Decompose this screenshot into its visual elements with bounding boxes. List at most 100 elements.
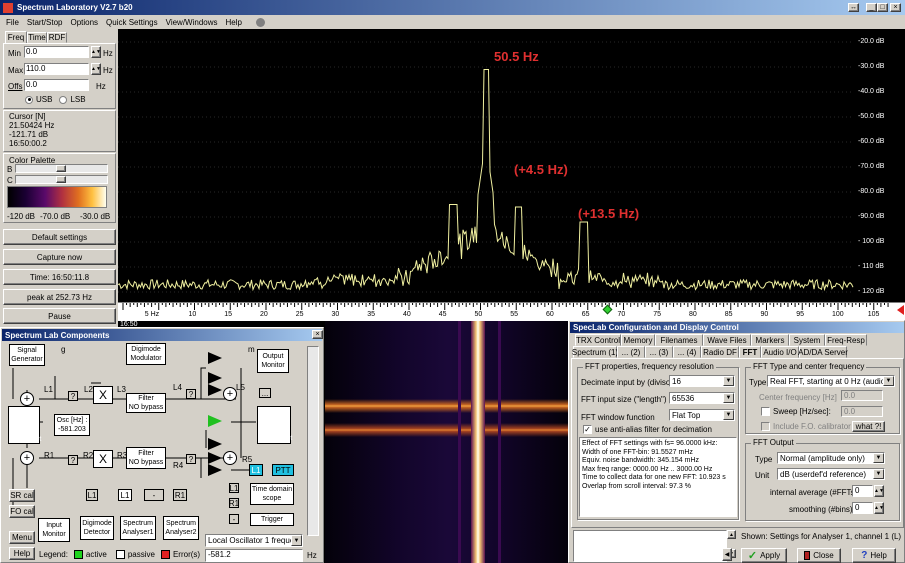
restore-icon[interactable]: ↔ [848, 3, 859, 12]
max-input[interactable]: 110.0 [24, 63, 89, 75]
filter-left-block[interactable]: Filter NO bypass [126, 393, 166, 413]
menu-file[interactable]: File [6, 18, 19, 27]
what-button[interactable]: what ?! [852, 421, 885, 432]
l1-ptt-indicator[interactable]: L1 [249, 464, 263, 476]
trigger-block[interactable]: Trigger [250, 513, 294, 526]
frequency-axis[interactable]: 5 Hz 10 15 20 25 30 35 40 45 50 55 60 65 70 75 80 85 90 95… [118, 302, 905, 321]
sr-cal-button[interactable]: SR cal [9, 489, 35, 502]
config-tab[interactable]: ... (3) [645, 346, 673, 358]
signal-generator-block[interactable]: Signal Generator [9, 344, 45, 366]
smoothing-input[interactable]: 0 [852, 502, 873, 514]
fft-size-select[interactable]: 65536 ▼ [669, 392, 735, 404]
level-scrollbar[interactable] [307, 346, 319, 536]
brightness-slider[interactable] [15, 164, 108, 173]
unit-select[interactable]: dB (userdef'd reference) ▼ [777, 468, 885, 480]
scale-end-marker-icon[interactable] [897, 305, 904, 315]
menu-start-stop[interactable]: Start/Stop [27, 18, 63, 27]
minimize-button[interactable]: _ [866, 3, 877, 12]
menu-quick-settings[interactable]: Quick Settings [106, 18, 158, 27]
menu-options[interactable]: Options [70, 18, 98, 27]
input-monitor-block[interactable]: Input Monitor [38, 518, 70, 542]
config-tab[interactable]: ... (2) [617, 346, 645, 358]
max-spinner[interactable]: ▲▼ [91, 63, 101, 75]
pause-button[interactable]: Pause [3, 308, 116, 324]
note-scroll-up-icon[interactable]: ▲ [727, 530, 736, 539]
help-button[interactable]: Help [9, 547, 35, 560]
scope-minus-label[interactable]: - [229, 514, 239, 524]
internal-average-input[interactable]: 0 [852, 485, 873, 497]
scope-l1-label[interactable]: L1 [229, 483, 239, 493]
contrast-slider[interactable] [15, 175, 108, 184]
lsb-radio[interactable] [59, 95, 68, 104]
apply-button[interactable]: ✓ Apply [741, 548, 787, 563]
close-button[interactable]: × [890, 3, 901, 12]
antialias-checkbox[interactable]: ✓ [583, 425, 592, 434]
parameter-value-input[interactable]: -581.2 [205, 549, 303, 562]
spectrum-analyser2-block[interactable]: Spectrum Analyser2 [163, 516, 199, 540]
maximize-button[interactable]: □ [877, 3, 888, 12]
output-monitor-block[interactable]: Output Monitor [257, 349, 289, 373]
analyser1-minus-label[interactable]: - [144, 489, 164, 501]
config-tab[interactable]: Radio DF [701, 346, 739, 358]
config-tab[interactable]: ... (4) [673, 346, 701, 358]
spectrum-analyser1-block[interactable]: Spectrum Analyser1 [120, 516, 156, 540]
menu-view-windows[interactable]: View/Windows [166, 18, 218, 27]
fft-type-select[interactable]: Real FFT, starting at 0 Hz (audio) ▼ [767, 375, 895, 387]
detector-l1-label[interactable]: L1 [86, 489, 98, 501]
scroll-left-icon[interactable]: ◀ [722, 548, 732, 561]
config-tab[interactable]: Memory [621, 334, 655, 346]
config-tab[interactable]: Audio I/O [761, 346, 799, 358]
config-tab[interactable]: System [789, 334, 825, 346]
config-tab[interactable]: Wave Files [703, 334, 751, 346]
menu-button[interactable]: Menu [9, 531, 35, 544]
fft-window-select[interactable]: Flat Top ▼ [669, 409, 735, 421]
oscillator-block[interactable]: Osc [Hz] : -581.203 [54, 414, 90, 436]
tab-rdf[interactable]: RDF [47, 32, 67, 43]
scope-r1-label[interactable]: R1 [229, 498, 239, 508]
tab-freq[interactable]: Freq [5, 31, 27, 43]
help-config-button[interactable]: ? Help [852, 548, 896, 563]
usb-radio[interactable] [25, 95, 33, 104]
config-tab[interactable]: TRX Control [575, 334, 621, 346]
config-tab[interactable]: Markers [751, 334, 789, 346]
min-spinner[interactable]: ▲▼ [91, 46, 101, 58]
min-input[interactable]: 0.0 [24, 46, 89, 58]
l4-option-button[interactable]: ? [186, 389, 196, 399]
sweep-input[interactable]: 0.0 [841, 406, 883, 417]
config-tab[interactable]: Freq-Resp [825, 334, 867, 346]
peak-display-button[interactable]: peak at 252.73 Hz [3, 289, 116, 305]
analyser2-r1-label[interactable]: R1 [173, 489, 187, 501]
digimode-detector-block[interactable]: Digimode Detector [80, 516, 114, 540]
digimode-modulator-block[interactable]: Digimode Modulator [126, 343, 166, 365]
r1-option-button[interactable]: ? [68, 455, 78, 465]
capture-now-button[interactable]: Capture now [3, 249, 116, 265]
ptt-button[interactable]: PTT [272, 464, 294, 476]
time-display-button[interactable]: Time: 16:50:11.8 [3, 269, 116, 285]
l1-option-button[interactable]: ? [68, 391, 78, 401]
config-tab[interactable]: Filenames [655, 334, 703, 346]
average-spinner[interactable]: ▲▼ [874, 485, 884, 497]
mixer-x-right[interactable]: X [93, 450, 113, 468]
default-settings-button[interactable]: Default settings [3, 229, 116, 245]
offs-input[interactable]: 0.0 [24, 79, 89, 91]
config-tab[interactable]: AD/DA Server [798, 346, 848, 358]
l5-more-button[interactable]: ... [259, 388, 271, 398]
time-domain-scope-block[interactable]: Time domain scope [250, 483, 294, 505]
fo-cal-button[interactable]: FO cal [9, 505, 35, 518]
sweep-checkbox[interactable] [761, 407, 770, 416]
r4-option-button[interactable]: ? [186, 454, 196, 464]
smoothing-spinner[interactable]: ▲▼ [874, 502, 884, 514]
decimate-select[interactable]: 16 ▼ [669, 375, 735, 387]
include-fo-checkbox[interactable] [761, 422, 770, 431]
output-type-select[interactable]: Normal (amplitude only) ▼ [777, 452, 885, 464]
config-tab[interactable]: FFT [739, 346, 761, 358]
analyser1-l1-label[interactable]: L1 [118, 489, 132, 501]
tab-time[interactable]: Time [27, 32, 47, 43]
close-config-button[interactable]: Close [797, 548, 841, 563]
parameter-select[interactable]: Local Oscillator 1 frequency ▼ [205, 534, 303, 547]
menu-help[interactable]: Help [226, 18, 242, 27]
center-freq-input[interactable]: 0.0 [841, 390, 883, 401]
mixer-x-left[interactable]: X [93, 386, 113, 404]
config-tab[interactable]: Spectrum (1) [572, 346, 618, 358]
filter-right-block[interactable]: Filter NO bypass [126, 447, 166, 469]
